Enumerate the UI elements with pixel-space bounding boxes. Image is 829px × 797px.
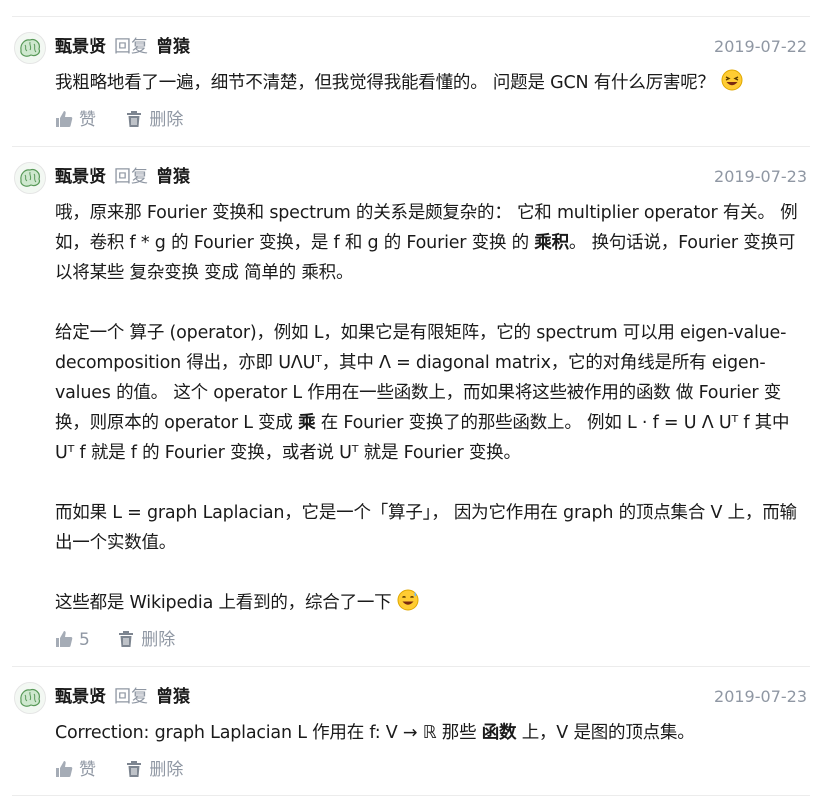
comment-body: Correction: graph Laplacian L 作用在 f: V →…	[55, 718, 807, 748]
thumbs-up-icon	[56, 631, 73, 647]
paragraph-3: 而如果 L = graph Laplacian，它是一个「算子」， 因为它作用在…	[55, 503, 797, 553]
like-button[interactable]: 赞	[55, 758, 96, 782]
trash-icon	[127, 761, 142, 777]
reply-target-name[interactable]: 曾猿	[156, 687, 190, 707]
separator-top	[12, 16, 810, 17]
comment-header: 甄景贤 回复 曾猿	[55, 682, 190, 712]
reply-label: 回复	[114, 37, 148, 57]
avatar[interactable]	[14, 682, 46, 714]
separator	[12, 666, 810, 667]
like-button[interactable]: 5	[55, 628, 90, 652]
reply-label: 回复	[114, 167, 148, 187]
bold-text: 函数	[481, 723, 517, 743]
laughing-emoji-icon	[721, 69, 743, 101]
brain-avatar-icon	[15, 33, 45, 63]
author-name[interactable]: 甄景贤	[55, 37, 106, 57]
like-label: 赞	[79, 110, 96, 130]
comment-actions: 赞 删除	[55, 108, 183, 132]
text: Correction: graph Laplacian L 作用在 f: V →…	[55, 723, 482, 743]
reply-target-name[interactable]: 曾猿	[156, 37, 190, 57]
paragraph-2: 给定一个 算子 (operator)，例如 L，如果它是有限矩阵，它的 spec…	[55, 318, 807, 468]
comment-actions: 赞 删除	[55, 758, 183, 782]
author-name[interactable]: 甄景贤	[55, 687, 106, 707]
avatar[interactable]	[14, 162, 46, 194]
reply-label: 回复	[114, 687, 148, 707]
comment-header: 甄景贤 回复 曾猿	[55, 32, 190, 62]
like-count: 5	[79, 630, 90, 650]
text: 上，V 是图的顶点集。	[516, 723, 695, 743]
comment-date: 2019-07-22	[714, 37, 807, 56]
trash-icon	[119, 631, 134, 647]
delete-label: 删除	[149, 760, 184, 780]
delete-button[interactable]: 删除	[125, 108, 183, 132]
author-name[interactable]: 甄景贤	[55, 167, 106, 187]
comment-body: 哦，原来那 Fourier 变换和 spectrum 的关系是颇复杂的： 它和 …	[55, 198, 807, 621]
delete-button[interactable]: 删除	[125, 758, 183, 782]
thumbs-up-icon	[56, 761, 73, 777]
delete-label: 删除	[149, 110, 184, 130]
comment-body: 我粗略地看了一遍，细节不清楚，但我觉得我能看懂的。 问题是 GCN 有什么厉害呢…	[55, 68, 807, 101]
comment-date: 2019-07-23	[714, 687, 807, 706]
avatar[interactable]	[14, 32, 46, 64]
bold-text: 乘	[298, 413, 316, 433]
paragraph-4: 这些都是 Wikipedia 上看到的，综合了一下	[55, 588, 807, 621]
like-label: 赞	[79, 760, 96, 780]
trash-icon	[127, 111, 142, 127]
text: 这些都是 Wikipedia 上看到的，综合了一下	[55, 593, 392, 613]
paragraph-1: 哦，原来那 Fourier 变换和 spectrum 的关系是颇复杂的： 它和 …	[55, 198, 807, 288]
comment-date: 2019-07-23	[714, 167, 807, 186]
comment-header: 甄景贤 回复 曾猿	[55, 162, 190, 192]
thumbs-up-icon	[56, 111, 73, 127]
delete-label: 删除	[141, 630, 176, 650]
bold-text: 乘积	[534, 233, 569, 253]
separator-bottom	[12, 795, 810, 796]
reply-target-name[interactable]: 曾猿	[156, 167, 190, 187]
delete-button[interactable]: 删除	[117, 628, 175, 652]
sweat-smile-emoji-icon	[397, 589, 419, 621]
comment-actions: 5 删除	[55, 628, 175, 652]
brain-avatar-icon	[15, 683, 45, 713]
brain-avatar-icon	[15, 163, 45, 193]
comment-text: 我粗略地看了一遍，细节不清楚，但我觉得我能看懂的。 问题是 GCN 有什么厉害呢…	[55, 73, 715, 93]
separator	[12, 146, 810, 147]
like-button[interactable]: 赞	[55, 108, 96, 132]
